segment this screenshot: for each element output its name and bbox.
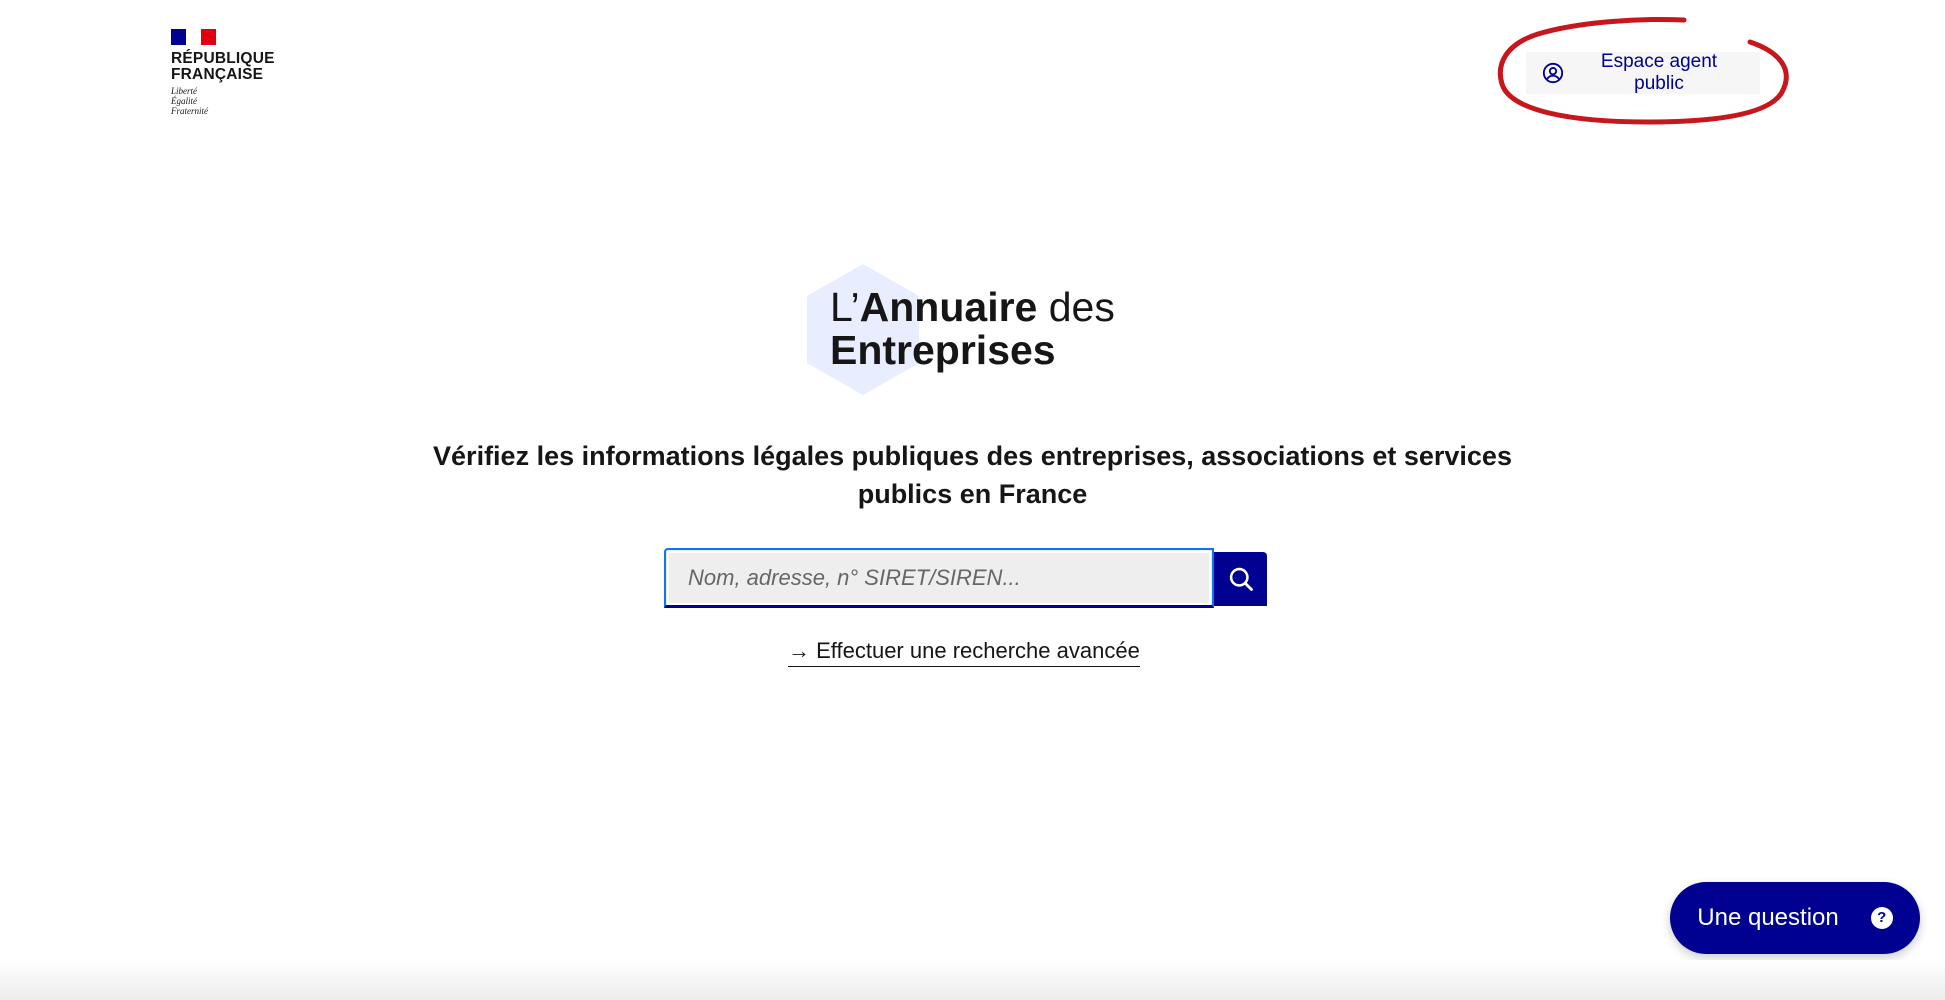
- question-label: Une question: [1697, 904, 1839, 931]
- search-button[interactable]: [1214, 552, 1267, 606]
- republic-line-2: FRANÇAISE: [171, 66, 264, 83]
- agent-public-label: Espace agent public: [1600, 51, 1718, 94]
- motto-fraternite: Fraternité: [171, 106, 208, 116]
- page-tagline: Vérifiez les informations légales publiq…: [433, 441, 1512, 509]
- annuaire-entreprises-logo[interactable]: L’Annuaire des Entreprises: [803, 262, 1163, 402]
- french-flag-icon: [171, 29, 216, 45]
- search-input[interactable]: [664, 548, 1214, 608]
- brand-title: L’Annuaire des Entreprises: [830, 286, 1115, 372]
- bottom-shadow: [0, 960, 1945, 1000]
- brand-suffix: des: [1037, 284, 1115, 330]
- republique-francaise-logo[interactable]: RÉPUBLIQUE FRANÇAISE Liberté Égalité Fra…: [171, 29, 301, 116]
- search-bar: [664, 548, 1267, 608]
- question-mark-icon: ?: [1870, 907, 1893, 929]
- search-icon: [1229, 567, 1253, 591]
- user-circle-icon: [1542, 62, 1564, 84]
- republic-name: RÉPUBLIQUE FRANÇAISE: [171, 51, 301, 83]
- agent-public-button[interactable]: Espace agent public: [1526, 51, 1760, 94]
- brand-name-bold: Annuaire: [859, 284, 1038, 330]
- motto-egalite: Égalité: [171, 96, 197, 106]
- republic-line-1: RÉPUBLIQUE: [171, 50, 275, 67]
- question-button[interactable]: Une question ?: [1670, 882, 1920, 954]
- brand-prefix: L’: [830, 284, 860, 330]
- advanced-search-link[interactable]: → Effectuer une recherche avancée: [788, 638, 1140, 667]
- republic-motto: Liberté Égalité Fraternité: [171, 86, 301, 116]
- brand-line-2: Entreprises: [830, 327, 1056, 373]
- motto-liberte: Liberté: [171, 86, 197, 96]
